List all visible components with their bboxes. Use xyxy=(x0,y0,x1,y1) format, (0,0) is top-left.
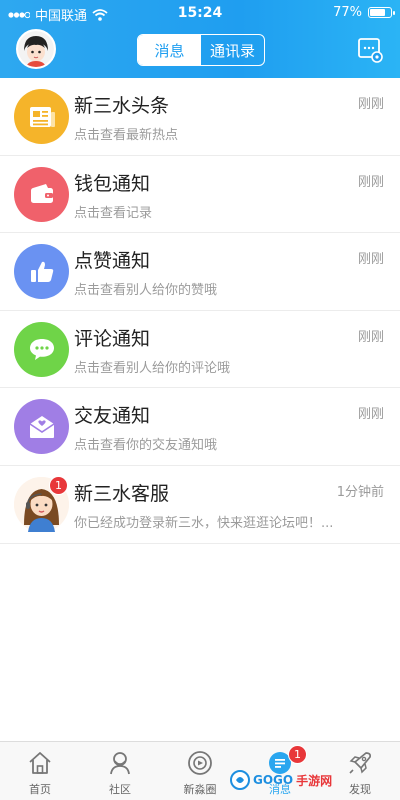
app-header: 中国联通 15:24 77% 消息 通讯录 xyxy=(0,0,400,78)
item-title: 交友通知 xyxy=(74,405,151,428)
tab-label: 发现 xyxy=(349,783,371,796)
item-time: 刚刚 xyxy=(357,252,384,268)
user-avatar[interactable] xyxy=(16,29,56,69)
item-title: 新三水头条 xyxy=(74,95,170,117)
comment-icon xyxy=(14,321,69,377)
item-subtitle: 点击查看记录 xyxy=(74,205,153,221)
item-title: 评论通知 xyxy=(74,327,151,350)
list-item[interactable]: 交友通知 点击查看你的交友通知哦 刚刚 xyxy=(0,388,400,466)
message-contacts-switch: 消息 通讯录 xyxy=(137,34,265,66)
bottom-tab-bar: 首页 社区 新淼圈 1 消息 发现 xyxy=(0,741,400,800)
battery-area: 77% xyxy=(333,5,395,20)
tab-messages[interactable]: 消息 xyxy=(138,35,201,65)
contacts-settings-icon[interactable] xyxy=(356,36,384,64)
item-subtitle: 点击查看别人给你的评论哦 xyxy=(74,360,231,376)
tab-label: 社区 xyxy=(109,783,131,796)
tab-contacts[interactable]: 通讯录 xyxy=(201,35,264,65)
newspaper-icon xyxy=(14,89,69,144)
status-bar: 中国联通 15:24 77% xyxy=(0,0,400,26)
community-icon xyxy=(110,752,130,775)
item-time: 1分钟前 xyxy=(336,484,384,500)
tab-home[interactable]: 首页 xyxy=(0,742,80,800)
watermark-brand: GOGO xyxy=(253,773,294,787)
thumbs-up-icon xyxy=(14,244,69,300)
list-item[interactable]: 钱包通知 点击查看记录 刚刚 xyxy=(0,156,400,234)
list-item[interactable]: 1 新三水客服 你已经成功登录新三水，快来逛逛论坛吧！... 1分钟前 xyxy=(0,466,400,544)
list-item[interactable]: 点赞通知 点击查看别人给你的赞哦 刚刚 xyxy=(0,233,400,311)
unread-badge: 1 xyxy=(49,475,68,495)
item-title: 钱包通知 xyxy=(74,172,151,195)
circle-icon xyxy=(188,751,212,775)
tab-circle[interactable]: 新淼圈 xyxy=(160,742,240,800)
item-time: 刚刚 xyxy=(357,97,384,112)
list-item[interactable]: 评论通知 点击查看别人给你的评论哦 刚刚 xyxy=(0,311,400,389)
battery-icon xyxy=(368,7,395,18)
battery-percent: 77% xyxy=(333,5,362,20)
tab-community[interactable]: 社区 xyxy=(80,742,160,800)
wallet-icon xyxy=(14,166,69,222)
rocket-icon xyxy=(349,752,372,774)
item-subtitle: 点击查看别人给你的赞哦 xyxy=(74,283,218,299)
tab-unread-badge: 1 xyxy=(288,745,307,764)
mail-icon xyxy=(14,399,69,455)
message-list: 新三水头条 点击查看最新热点 刚刚 钱包通知 点击查看记录 刚刚 点赞通知 点击… xyxy=(0,78,400,544)
item-time: 刚刚 xyxy=(357,407,384,423)
home-icon xyxy=(29,752,51,774)
watermark: GOGO 手游网 xyxy=(230,770,332,790)
item-title: 点赞通知 xyxy=(74,250,151,273)
watermark-logo-icon xyxy=(230,770,250,790)
item-subtitle: 你已经成功登录新三水，快来逛逛论坛吧！... xyxy=(74,515,334,531)
list-item[interactable]: 新三水头条 点击查看最新热点 刚刚 xyxy=(0,78,400,156)
item-subtitle: 点击查看最新热点 xyxy=(74,128,179,143)
tab-label: 新淼圈 xyxy=(183,783,217,796)
item-subtitle: 点击查看你的交友通知哦 xyxy=(74,438,218,454)
item-title: 新三水客服 xyxy=(74,482,170,505)
user-avatar-image xyxy=(18,31,54,67)
item-time: 刚刚 xyxy=(357,174,384,190)
watermark-suffix: 手游网 xyxy=(296,773,333,788)
item-time: 刚刚 xyxy=(357,329,384,345)
tab-label: 首页 xyxy=(29,783,51,796)
